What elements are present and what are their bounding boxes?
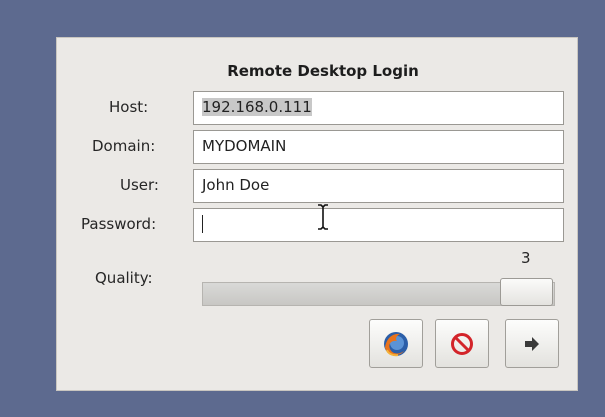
quality-label: Quality: — [95, 269, 153, 287]
domain-label: Domain: — [92, 137, 156, 155]
text-caret — [202, 215, 203, 233]
no-entry-icon — [451, 332, 473, 355]
domain-field[interactable]: MYDOMAIN — [193, 130, 564, 164]
dialog-title: Remote Desktop Login — [227, 62, 419, 80]
cancel-button[interactable] — [435, 319, 489, 368]
quality-slider-handle[interactable] — [500, 278, 553, 306]
host-label: Host: — [109, 98, 149, 116]
arrow-right-icon — [525, 336, 539, 351]
domain-value: MYDOMAIN — [202, 137, 287, 155]
password-field[interactable] — [193, 208, 564, 242]
firefox-icon — [384, 331, 408, 356]
user-label: User: — [120, 176, 159, 194]
ibeam-cursor-icon — [318, 204, 328, 230]
host-value: 192.168.0.111 — [202, 98, 312, 116]
browser-button[interactable] — [369, 319, 423, 368]
connect-button[interactable] — [505, 319, 559, 368]
host-field[interactable]: 192.168.0.111 — [193, 91, 564, 125]
user-value: John Doe — [202, 176, 270, 194]
password-label: Password: — [81, 215, 157, 233]
quality-value: 3 — [521, 249, 531, 267]
user-field[interactable]: John Doe — [193, 169, 564, 203]
login-dialog: Remote Desktop Login Host: 192.168.0.111… — [56, 37, 578, 391]
